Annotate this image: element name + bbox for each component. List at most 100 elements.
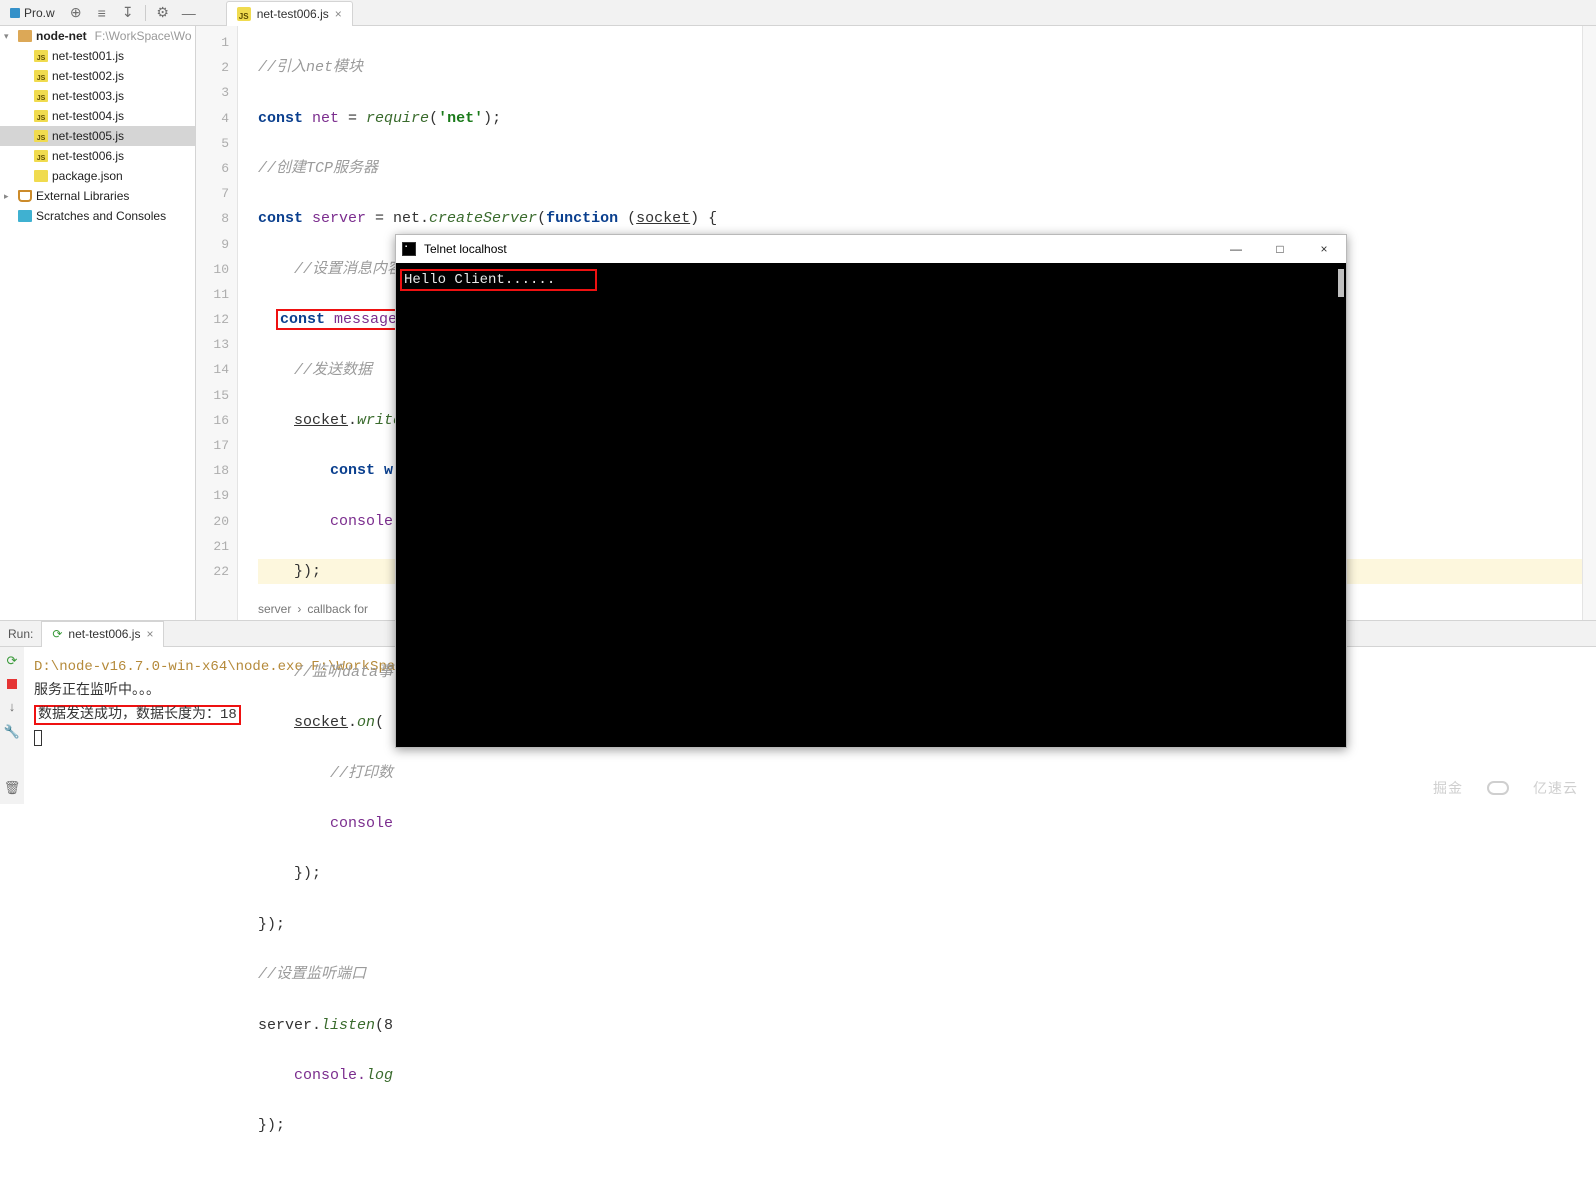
tree-scratch[interactable]: Scratches and Consoles [0, 206, 195, 226]
tree-root-name: node-net [36, 29, 87, 43]
t: const [280, 311, 334, 328]
tree-scratch-label: Scratches and Consoles [36, 209, 166, 223]
down-icon[interactable]: ↓ [9, 699, 16, 714]
t: . [348, 412, 357, 429]
crumb-b[interactable]: callback for [307, 602, 368, 616]
main-toolbar: Pro.w ⊕ ≡ ↧ ⚙ — JS net-test006.js × [0, 0, 1596, 26]
project-crumb[interactable]: Pro.w [6, 6, 59, 20]
telnet-titlebar[interactable]: Telnet localhost — □ × [396, 235, 1346, 263]
watermark: 掘金 亿速云 [1433, 778, 1578, 798]
t: on [357, 714, 375, 731]
js-file-icon: JS [34, 90, 48, 102]
editor-tab[interactable]: JS net-test006.js × [226, 1, 353, 27]
cursor [34, 730, 42, 746]
run-tab-label: net-test006.js [68, 627, 140, 641]
rerun-icon[interactable]: ⟳ [7, 653, 18, 669]
stop-icon[interactable] [7, 679, 17, 689]
run-tab-close[interactable]: × [146, 627, 153, 641]
scratch-icon [18, 210, 32, 222]
collapse-icon[interactable]: ↧ [119, 4, 137, 22]
js-file-icon: JS [34, 70, 48, 82]
js-file-icon: JS [34, 150, 48, 162]
folder-icon [18, 30, 32, 42]
t: socket [294, 412, 348, 429]
tree-file-label: net-test003.js [52, 89, 124, 103]
run-label: Run: [0, 627, 41, 641]
gear-icon[interactable]: ⚙ [154, 4, 172, 22]
t: ( [537, 210, 546, 227]
chevron-down-icon[interactable]: ▾ [4, 31, 14, 42]
telnet-scrollbar[interactable] [1338, 269, 1344, 297]
minimize-icon[interactable]: — [180, 4, 198, 22]
t: const [258, 210, 312, 227]
watermark-icon [1487, 781, 1509, 795]
code-l10: console [330, 513, 393, 530]
code-l5: //设置消息内容 [294, 261, 402, 278]
tree-ext-lib[interactable]: ▸ External Libraries [0, 186, 195, 206]
trash-icon[interactable]: 🗑 [4, 780, 21, 796]
tree-ext-label: External Libraries [36, 189, 129, 203]
project-label: Pro.w [24, 6, 55, 20]
telnet-output[interactable]: Hello Client...... [396, 263, 1346, 747]
t: require [366, 110, 429, 127]
highlight-box-2: 数据发送成功，数据长度为：18 [34, 705, 241, 725]
t: ( [375, 714, 384, 731]
t: server. [258, 1017, 321, 1034]
code-l18: }); [258, 916, 285, 933]
cmd-icon [402, 242, 416, 256]
t: socket [294, 714, 348, 731]
watermark-b: 亿速云 [1533, 778, 1578, 798]
window-maximize[interactable]: □ [1258, 235, 1302, 263]
t: ); [483, 110, 501, 127]
js-file-icon: JS [237, 7, 251, 21]
tree-file[interactable]: JSnet-test001.js [0, 46, 195, 66]
window-minimize[interactable]: — [1214, 235, 1258, 263]
list-icon[interactable]: ≡ [93, 4, 111, 22]
t: server [312, 210, 375, 227]
code-l16: console [330, 815, 393, 832]
editor-breadcrumbs[interactable]: server › callback for [238, 598, 368, 620]
t: ( [627, 210, 636, 227]
tree-file[interactable]: JSnet-test004.js [0, 106, 195, 126]
run-side-toolbar: ⟳ ↓ 🔧 🗑 [0, 647, 24, 804]
code-l15: //打印数 [330, 765, 393, 782]
telnet-title-text: Telnet localhost [424, 242, 507, 256]
right-gutter [1582, 26, 1596, 620]
window-close[interactable]: × [1302, 235, 1346, 263]
t: . [348, 714, 357, 731]
js-file-icon: JS [34, 50, 48, 62]
t: console. [294, 1067, 366, 1084]
highlight-box-3: Hello Client...... [400, 269, 597, 291]
wrench-icon[interactable]: 🔧 [4, 724, 20, 740]
tree-file-label: net-test005.js [52, 129, 124, 143]
tree-file-selected[interactable]: JSnet-test005.js [0, 126, 195, 146]
code-l19: //设置监听端口 [258, 966, 366, 983]
js-file-icon: JS [34, 110, 48, 122]
crumb-sep: › [297, 602, 301, 616]
telnet-window[interactable]: Telnet localhost — □ × Hello Client.....… [395, 234, 1347, 748]
tree-file[interactable]: JSnet-test006.js [0, 146, 195, 166]
tree-file[interactable]: JSnet-test002.js [0, 66, 195, 86]
line-gutter: 12345678910111213141516171819202122 [196, 26, 238, 620]
code-l1: //引入net模块 [258, 59, 363, 76]
tree-file[interactable]: JS net-test003.js [0, 86, 195, 106]
crumb-a[interactable]: server [258, 602, 291, 616]
target-icon[interactable]: ⊕ [67, 4, 85, 22]
code-l13: //监听data事 [294, 664, 393, 681]
t: = [348, 110, 366, 127]
t: = net. [375, 210, 429, 227]
t: net [312, 110, 348, 127]
code-l9: const w [330, 462, 393, 479]
project-icon [10, 8, 20, 18]
t: (8 [375, 1017, 393, 1034]
run-tab[interactable]: ⟳ net-test006.js × [41, 621, 164, 647]
chevron-right-icon[interactable]: ▸ [4, 191, 14, 202]
tree-root[interactable]: ▾ node-net F:\WorkSpace\Wo [0, 26, 195, 46]
t: 'net' [438, 110, 483, 127]
project-tree: ▾ node-net F:\WorkSpace\Wo JSnet-test001… [0, 26, 196, 620]
tree-file[interactable]: package.json [0, 166, 195, 186]
toolbar-separator [145, 5, 146, 21]
editor-tab-close[interactable]: × [335, 7, 342, 21]
telnet-line: Hello Client...... [404, 272, 555, 288]
run-status-icon: ⟳ [52, 627, 62, 641]
